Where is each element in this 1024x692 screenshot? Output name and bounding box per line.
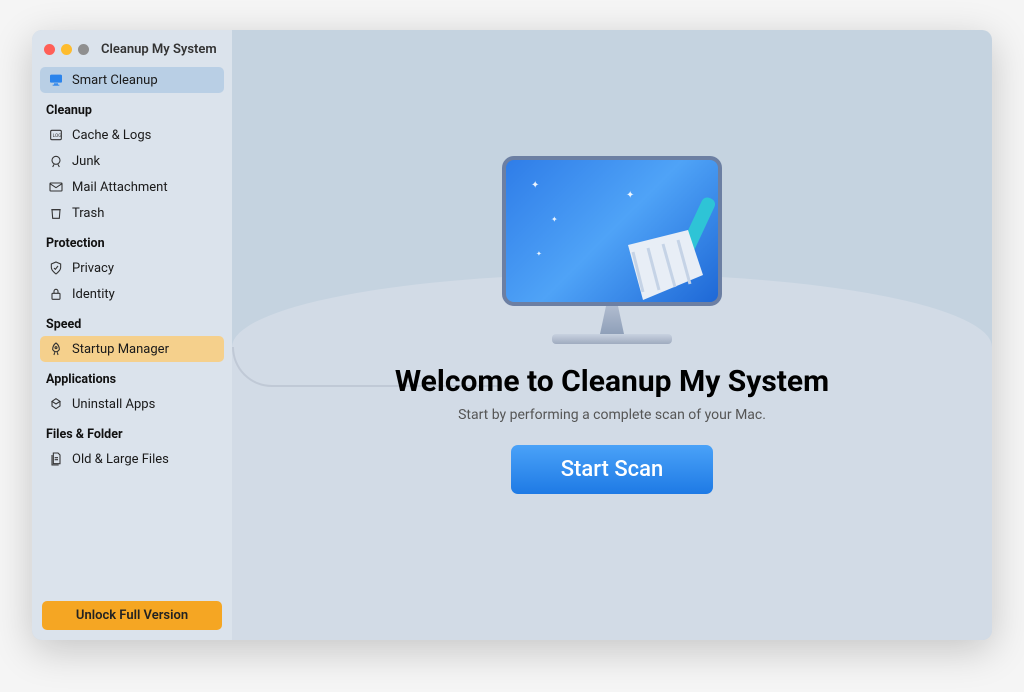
minimize-window-button[interactable]: [61, 44, 72, 55]
sidebar-item-privacy[interactable]: Privacy: [40, 255, 224, 281]
monitor-icon: [48, 72, 64, 88]
sidebar-item-startup-manager[interactable]: Startup Manager: [40, 336, 224, 362]
sidebar-item-identity[interactable]: Identity: [40, 281, 224, 307]
sidebar-section-files-folder: Files & Folder: [46, 427, 218, 442]
window-controls: Cleanup My System: [40, 40, 224, 67]
sidebar: Cleanup My System Smart Cleanup Cleanup …: [32, 30, 232, 640]
welcome-subtitle: Start by performing a complete scan of y…: [395, 407, 829, 423]
close-window-button[interactable]: [44, 44, 55, 55]
trash-icon: [48, 205, 64, 221]
sidebar-item-smart-cleanup[interactable]: Smart Cleanup: [40, 67, 224, 93]
sidebar-item-old-large-files[interactable]: Old & Large Files: [40, 446, 224, 472]
app-icon: [48, 396, 64, 412]
sidebar-item-label: Privacy: [72, 261, 114, 276]
sidebar-section-applications: Applications: [46, 372, 218, 387]
lock-icon: [48, 286, 64, 302]
sidebar-item-label: Trash: [72, 206, 104, 221]
sidebar-item-label: Uninstall Apps: [72, 397, 155, 412]
sidebar-item-junk[interactable]: Junk: [40, 148, 224, 174]
rocket-icon: [48, 341, 64, 357]
sidebar-item-trash[interactable]: Trash: [40, 200, 224, 226]
sidebar-item-uninstall-apps[interactable]: Uninstall Apps: [40, 391, 224, 417]
window-title: Cleanup My System: [101, 42, 217, 57]
svg-text:LOG: LOG: [53, 133, 62, 139]
start-scan-button[interactable]: Start Scan: [511, 445, 714, 494]
sidebar-section-cleanup: Cleanup: [46, 103, 218, 118]
main-content: ✦ ✦ ✦ ✦ Welcome to Cleanup My System Sta…: [232, 30, 992, 640]
zoom-window-button[interactable]: [78, 44, 89, 55]
hero-illustration: ✦ ✦ ✦ ✦: [502, 156, 722, 344]
sidebar-item-cache-logs[interactable]: LOG Cache & Logs: [40, 122, 224, 148]
sidebar-item-label: Junk: [72, 154, 100, 169]
sidebar-item-label: Mail Attachment: [72, 180, 168, 195]
sidebar-item-label: Smart Cleanup: [72, 73, 158, 88]
app-window: Cleanup My System Smart Cleanup Cleanup …: [32, 30, 992, 640]
unlock-full-version-button[interactable]: Unlock Full Version: [42, 601, 222, 630]
hero: ✦ ✦ ✦ ✦ Welcome to Cleanup My System Sta…: [395, 156, 829, 494]
sidebar-item-mail-attachment[interactable]: Mail Attachment: [40, 174, 224, 200]
log-icon: LOG: [48, 127, 64, 143]
sidebar-item-label: Identity: [72, 287, 115, 302]
hero-screen-icon: ✦ ✦ ✦ ✦: [502, 156, 722, 306]
sidebar-section-protection: Protection: [46, 236, 218, 251]
files-icon: [48, 451, 64, 467]
welcome-title: Welcome to Cleanup My System: [395, 364, 829, 399]
sidebar-item-label: Cache & Logs: [72, 128, 151, 143]
junk-icon: [48, 153, 64, 169]
shield-icon: [48, 260, 64, 276]
sidebar-item-label: Old & Large Files: [72, 452, 169, 467]
mail-icon: [48, 179, 64, 195]
sidebar-item-label: Startup Manager: [72, 342, 169, 357]
sidebar-section-speed: Speed: [46, 317, 218, 332]
broom-icon: [593, 190, 722, 306]
